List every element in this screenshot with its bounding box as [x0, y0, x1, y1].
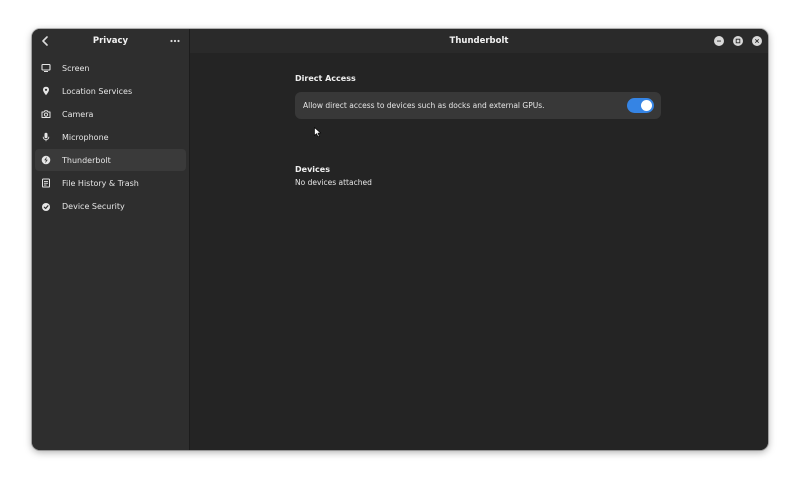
- sidebar-item-screen[interactable]: Screen: [35, 57, 186, 79]
- microphone-icon: [41, 132, 51, 142]
- devices-empty-text: No devices attached: [295, 178, 372, 187]
- maximize-button[interactable]: [733, 36, 743, 46]
- content-area: Direct Access Allow direct access to dev…: [190, 53, 768, 450]
- chevron-left-icon: [42, 36, 48, 46]
- more-horizontal-icon: [170, 39, 180, 43]
- sidebar-item-label: Device Security: [62, 202, 125, 212]
- monitor-icon: [41, 63, 51, 73]
- maximize-icon: [735, 38, 741, 44]
- sidebar-item-label: Screen: [62, 63, 90, 73]
- thunderbolt-icon: [41, 155, 51, 165]
- sidebar: Privacy Screen Location Services Camera …: [32, 29, 190, 450]
- sidebar-item-thunderbolt[interactable]: Thunderbolt: [35, 149, 186, 172]
- settings-window: Privacy Screen Location Services Camera …: [32, 29, 768, 450]
- sidebar-item-label: Camera: [62, 109, 94, 119]
- close-button[interactable]: [752, 36, 762, 46]
- toggle-knob: [641, 100, 652, 111]
- sidebar-item-microphone[interactable]: Microphone: [35, 126, 186, 148]
- devices-title: Devices: [295, 165, 330, 174]
- shield-icon: [41, 202, 51, 212]
- sidebar-item-label: Location Services: [62, 86, 133, 96]
- camera-icon: [41, 109, 51, 119]
- menu-button[interactable]: [168, 34, 182, 48]
- file-history-icon: [41, 178, 51, 188]
- mouse-cursor-icon: [314, 127, 322, 138]
- sidebar-item-label: Thunderbolt: [62, 155, 111, 165]
- direct-access-toggle[interactable]: [627, 98, 654, 113]
- sidebar-item-label: File History & Trash: [62, 178, 139, 188]
- content-header: Thunderbolt: [190, 29, 768, 53]
- close-icon: [754, 38, 760, 44]
- sidebar-item-location-services[interactable]: Location Services: [35, 80, 186, 102]
- location-pin-icon: [41, 86, 51, 96]
- direct-access-title: Direct Access: [295, 74, 356, 83]
- minimize-icon: [717, 40, 721, 42]
- minimize-button[interactable]: [714, 36, 724, 46]
- sidebar-header: Privacy: [32, 29, 189, 53]
- sidebar-item-device-security[interactable]: Device Security: [35, 196, 186, 218]
- direct-access-label: Allow direct access to devices such as d…: [303, 101, 545, 110]
- back-button[interactable]: [38, 34, 52, 48]
- direct-access-row[interactable]: Allow direct access to devices such as d…: [295, 92, 661, 119]
- sidebar-title: Privacy: [92, 36, 129, 46]
- page-title: Thunderbolt: [449, 36, 509, 46]
- sidebar-item-file-history-trash[interactable]: File History & Trash: [35, 172, 186, 194]
- sidebar-item-label: Microphone: [62, 132, 109, 142]
- sidebar-list: Screen Location Services Camera Micropho…: [35, 57, 186, 219]
- sidebar-item-camera[interactable]: Camera: [35, 103, 186, 125]
